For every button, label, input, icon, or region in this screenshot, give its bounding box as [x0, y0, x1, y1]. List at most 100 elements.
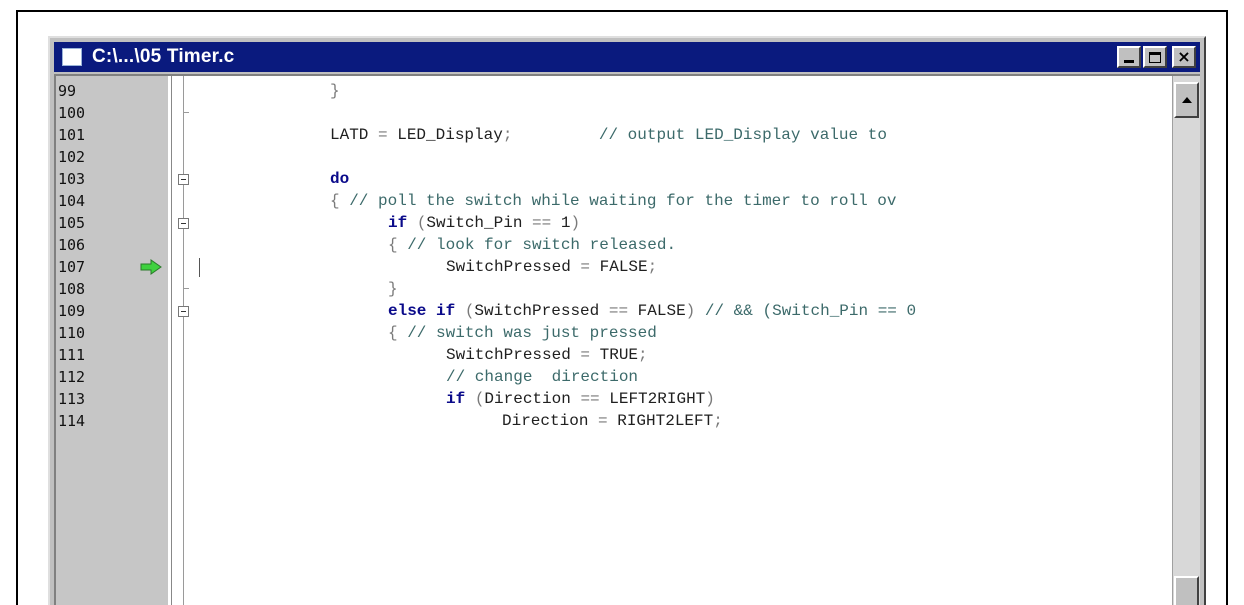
code-line[interactable]: 109 else if (SwitchPressed == FALSE) // &…: [56, 300, 1172, 322]
code-token: ): [570, 214, 581, 232]
line-number: 108: [58, 280, 86, 298]
code-text: Direction = RIGHT2LEFT;: [502, 410, 723, 432]
code-line[interactable]: 102: [56, 146, 1172, 168]
code-line[interactable]: 110 { // switch was just pressed: [56, 322, 1172, 344]
line-number: 111: [58, 346, 86, 364]
code-token: ;: [502, 126, 513, 144]
line-number: 109: [58, 302, 86, 320]
execution-arrow-icon: [140, 259, 162, 275]
code-token: (: [464, 302, 475, 320]
line-number: 107: [58, 258, 86, 276]
window-controls: ×: [1117, 46, 1196, 68]
line-number: 110: [58, 324, 86, 342]
line-number: 113: [58, 390, 86, 408]
code-text: LATD = LED_Display; // output LED_Displa…: [330, 124, 887, 146]
code-text: do: [330, 168, 349, 190]
minimize-button[interactable]: [1117, 46, 1141, 68]
code-token: Direction: [502, 412, 599, 430]
document-icon: [62, 48, 82, 66]
code-token: (: [474, 390, 485, 408]
maximize-button[interactable]: [1143, 46, 1167, 68]
code-token: ;: [647, 258, 658, 276]
editor-window: C:\...\05 Timer.c × 99} 100 101 LATD = LED_…: [48, 36, 1206, 605]
code-line[interactable]: 106 { // look for switch released.: [56, 234, 1172, 256]
code-token: (: [416, 214, 427, 232]
code-line[interactable]: 103 do: [56, 168, 1172, 190]
code-text: // change direction: [446, 366, 638, 388]
code-line[interactable]: 113 if (Direction == LEFT2RIGHT): [56, 388, 1172, 410]
code-text: else if (SwitchPressed == FALSE) // && (…: [388, 300, 916, 322]
line-number: 114: [58, 412, 86, 430]
code-token: Direction: [484, 390, 581, 408]
code-token: TRUE: [599, 346, 639, 364]
comment-token: // look for switch released.: [407, 236, 677, 254]
arrow-up-icon: [1181, 97, 1192, 103]
code-text: }: [388, 278, 398, 300]
scroll-up-button[interactable]: [1174, 82, 1199, 118]
comment-token: // switch was just pressed: [407, 324, 657, 342]
line-number: 106: [58, 236, 86, 254]
line-number: 104: [58, 192, 86, 210]
line-number: 100: [58, 104, 86, 122]
code-token: }: [388, 280, 398, 298]
code-token: =: [580, 346, 600, 364]
close-button[interactable]: ×: [1172, 46, 1196, 68]
code-token: SwitchPressed: [474, 302, 609, 320]
code-line[interactable]: 99}: [56, 80, 1172, 102]
close-icon: ×: [1177, 47, 1191, 66]
code-token: SwitchPressed: [446, 258, 581, 276]
code-token: Switch_Pin: [426, 214, 533, 232]
scroll-thumb[interactable]: [1174, 576, 1199, 605]
code-text: if (Direction == LEFT2RIGHT): [446, 388, 715, 410]
code-line[interactable]: 105 if (Switch_Pin == 1): [56, 212, 1172, 234]
collapse-fold-icon[interactable]: [178, 306, 189, 317]
comment-token: // output LED_Display value to: [512, 126, 887, 144]
code-token: RIGHT2LEFT: [617, 412, 714, 430]
code-line[interactable]: 104 { // poll the switch while waiting fo…: [56, 190, 1172, 212]
code-token: ;: [638, 346, 648, 364]
code-line[interactable]: 101 LATD = LED_Display; // output LED_Dis…: [56, 124, 1172, 146]
comment-token: // change direction: [446, 368, 639, 386]
editor-client-area[interactable]: 99} 100 101 LATD = LED_Display; // output L…: [54, 74, 1200, 605]
code-view[interactable]: 99} 100 101 LATD = LED_Display; // output L…: [56, 76, 1172, 605]
code-token: LATD: [330, 126, 379, 144]
title-bar[interactable]: C:\...\05 Timer.c ×: [54, 42, 1200, 72]
comment-token: // poll the switch while waiting for the…: [349, 192, 897, 210]
code-token: {: [388, 324, 408, 342]
code-line[interactable]: 114 Direction = RIGHT2LEFT;: [56, 410, 1172, 432]
line-number: 101: [58, 126, 86, 144]
maximize-icon: [1149, 51, 1161, 63]
code-token: ==: [608, 302, 638, 320]
code-line[interactable]: 107 SwitchPressed = FALSE;: [56, 256, 1172, 278]
line-number: 112: [58, 368, 86, 386]
line-number: 99: [58, 82, 77, 100]
minimize-icon: [1124, 60, 1134, 63]
line-number: 102: [58, 148, 86, 166]
collapse-fold-icon[interactable]: [178, 174, 189, 185]
keyword-token: do: [330, 170, 350, 188]
keyword-token: if: [446, 390, 475, 408]
code-text: { // switch was just pressed: [388, 322, 657, 344]
comment-token: // && (Switch_Pin == 0: [704, 302, 917, 320]
code-text: SwitchPressed = TRUE;: [446, 344, 648, 366]
code-line[interactable]: 111 SwitchPressed = TRUE;: [56, 344, 1172, 366]
vertical-scrollbar[interactable]: [1172, 76, 1200, 605]
code-token: ==: [532, 214, 561, 232]
keyword-token: else if: [388, 302, 465, 320]
code-line[interactable]: 100: [56, 102, 1172, 124]
keyword-token: if: [388, 214, 417, 232]
fold-end-marker: [183, 112, 189, 113]
code-token: }: [330, 82, 340, 100]
code-token: ;: [713, 412, 723, 430]
line-number: 103: [58, 170, 86, 188]
code-line[interactable]: 108}: [56, 278, 1172, 300]
code-line[interactable]: 112 // change direction: [56, 366, 1172, 388]
collapse-fold-icon[interactable]: [178, 218, 189, 229]
code-token: ): [685, 302, 705, 320]
code-token: SwitchPressed: [446, 346, 581, 364]
line-number: 105: [58, 214, 86, 232]
code-text: { // look for switch released.: [388, 234, 676, 256]
code-text: SwitchPressed = FALSE;: [446, 256, 657, 278]
code-token: =: [378, 126, 398, 144]
code-token: ): [705, 390, 715, 408]
